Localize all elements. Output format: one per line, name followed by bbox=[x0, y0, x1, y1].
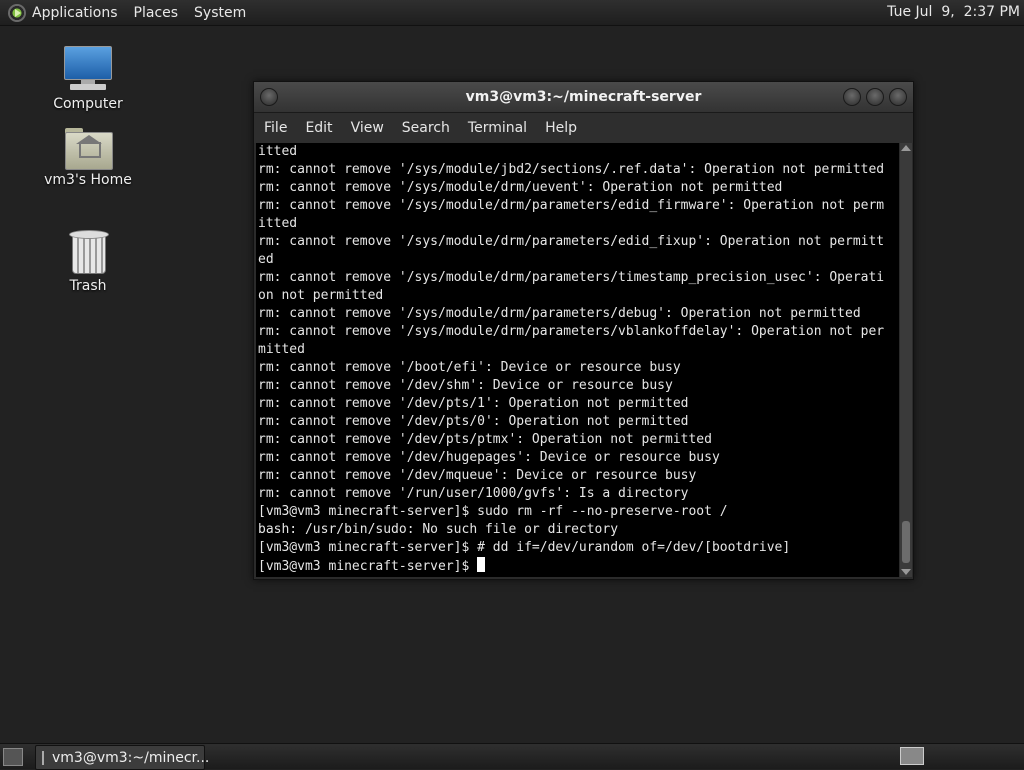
terminal-line: rm: cannot remove '/sys/module/drm/ueven… bbox=[258, 180, 783, 195]
terminal-output[interactable]: itted rm: cannot remove '/sys/module/jbd2… bbox=[256, 143, 899, 577]
minimize-button[interactable] bbox=[843, 88, 861, 106]
menu-help[interactable]: Help bbox=[545, 120, 577, 136]
menu-edit[interactable]: Edit bbox=[305, 120, 332, 136]
workspace-switcher[interactable] bbox=[900, 747, 924, 765]
desktop-icon-label: Trash bbox=[69, 278, 107, 294]
trash-icon bbox=[69, 230, 109, 274]
terminal-line: rm: cannot remove '/sys/module/drm/param… bbox=[258, 306, 861, 321]
scrollbar-thumb[interactable] bbox=[902, 521, 910, 563]
terminal-line: ed bbox=[258, 252, 274, 267]
bottom-panel: vm3@vm3:~/minecr... bbox=[0, 743, 1024, 770]
terminal-line: rm: cannot remove '/sys/module/drm/param… bbox=[258, 324, 885, 339]
terminal-line: rm: cannot remove '/boot/efi': Device or… bbox=[258, 360, 681, 375]
terminal-line: itted bbox=[258, 216, 298, 231]
top-panel: Applications Places System Tue Jul 9, 2:… bbox=[0, 0, 1024, 26]
home-folder-icon bbox=[65, 128, 113, 170]
terminal-line: rm: cannot remove '/dev/pts/1': Operatio… bbox=[258, 396, 689, 411]
terminal-line: bash: /usr/bin/sudo: No such file or dir… bbox=[258, 522, 619, 537]
terminal-line: rm: cannot remove '/dev/pts/0': Operatio… bbox=[258, 414, 689, 429]
terminal-line: rm: cannot remove '/sys/module/drm/param… bbox=[258, 234, 885, 249]
terminal-line: [vm3@vm3 minecraft-server]$ sudo rm -rf … bbox=[258, 504, 728, 519]
menu-search[interactable]: Search bbox=[402, 120, 450, 136]
desktop-icon-home[interactable]: vm3's Home bbox=[33, 128, 143, 188]
menu-system[interactable]: System bbox=[194, 5, 246, 21]
menu-applications[interactable]: Applications bbox=[32, 5, 118, 21]
clock[interactable]: Tue Jul 9, 2:37 PM bbox=[887, 4, 1020, 20]
menu-view[interactable]: View bbox=[351, 120, 384, 136]
computer-icon bbox=[64, 46, 112, 92]
terminal-line: rm: cannot remove '/dev/mqueue': Device … bbox=[258, 468, 697, 483]
terminal-line: rm: cannot remove '/sys/module/jbd2/sect… bbox=[258, 162, 885, 177]
window-title: vm3@vm3:~/minecraft-server bbox=[465, 89, 702, 105]
terminal-line: mitted bbox=[258, 342, 305, 357]
desktop-icon-computer[interactable]: Computer bbox=[33, 46, 143, 112]
close-button[interactable] bbox=[889, 88, 907, 106]
terminal-icon bbox=[42, 750, 44, 765]
terminal-line: rm: cannot remove '/dev/shm': Device or … bbox=[258, 378, 673, 393]
menu-terminal[interactable]: Terminal bbox=[468, 120, 527, 136]
desktop-icon-label: vm3's Home bbox=[44, 172, 132, 188]
menu-places[interactable]: Places bbox=[134, 5, 179, 21]
terminal-prompt-line[interactable]: [vm3@vm3 minecraft-server]$ bbox=[256, 557, 899, 575]
main-menu-logo-icon[interactable] bbox=[8, 3, 26, 22]
desktop-icon-trash[interactable]: Trash bbox=[33, 230, 143, 294]
terminal-line: itted bbox=[258, 144, 298, 159]
taskbar-terminal-button[interactable]: vm3@vm3:~/minecr... bbox=[35, 745, 209, 770]
terminal-line: rm: cannot remove '/sys/module/drm/param… bbox=[258, 198, 885, 213]
terminal-line: on not permitted bbox=[258, 288, 384, 303]
window-titlebar[interactable]: vm3@vm3:~/minecraft-server bbox=[254, 82, 913, 113]
desktop-icon-label: Computer bbox=[53, 96, 123, 112]
terminal-line: [vm3@vm3 minecraft-server]$ # dd if=/dev… bbox=[258, 540, 791, 555]
menu-file[interactable]: File bbox=[264, 120, 287, 136]
terminal-line: rm: cannot remove '/dev/hugepages': Devi… bbox=[258, 450, 720, 465]
terminal-line: rm: cannot remove '/sys/module/drm/param… bbox=[258, 270, 885, 285]
scroll-down-arrow-icon[interactable] bbox=[901, 569, 911, 575]
terminal-line: rm: cannot remove '/dev/pts/ptmx': Opera… bbox=[258, 432, 712, 447]
terminal-scrollbar[interactable] bbox=[900, 143, 912, 577]
terminal-prompt: [vm3@vm3 minecraft-server]$ bbox=[258, 559, 478, 574]
taskbar-label: vm3@vm3:~/minecr... bbox=[52, 749, 210, 766]
terminal-line: rm: cannot remove '/run/user/1000/gvfs':… bbox=[258, 486, 689, 501]
maximize-button[interactable] bbox=[866, 88, 884, 106]
terminal-menubar: File Edit View Search Terminal Help bbox=[254, 113, 913, 143]
terminal-window: vm3@vm3:~/minecraft-server File Edit Vie… bbox=[253, 81, 914, 580]
scroll-up-arrow-icon[interactable] bbox=[901, 145, 911, 151]
terminal-cursor bbox=[477, 557, 486, 572]
show-desktop-icon[interactable] bbox=[3, 748, 23, 766]
